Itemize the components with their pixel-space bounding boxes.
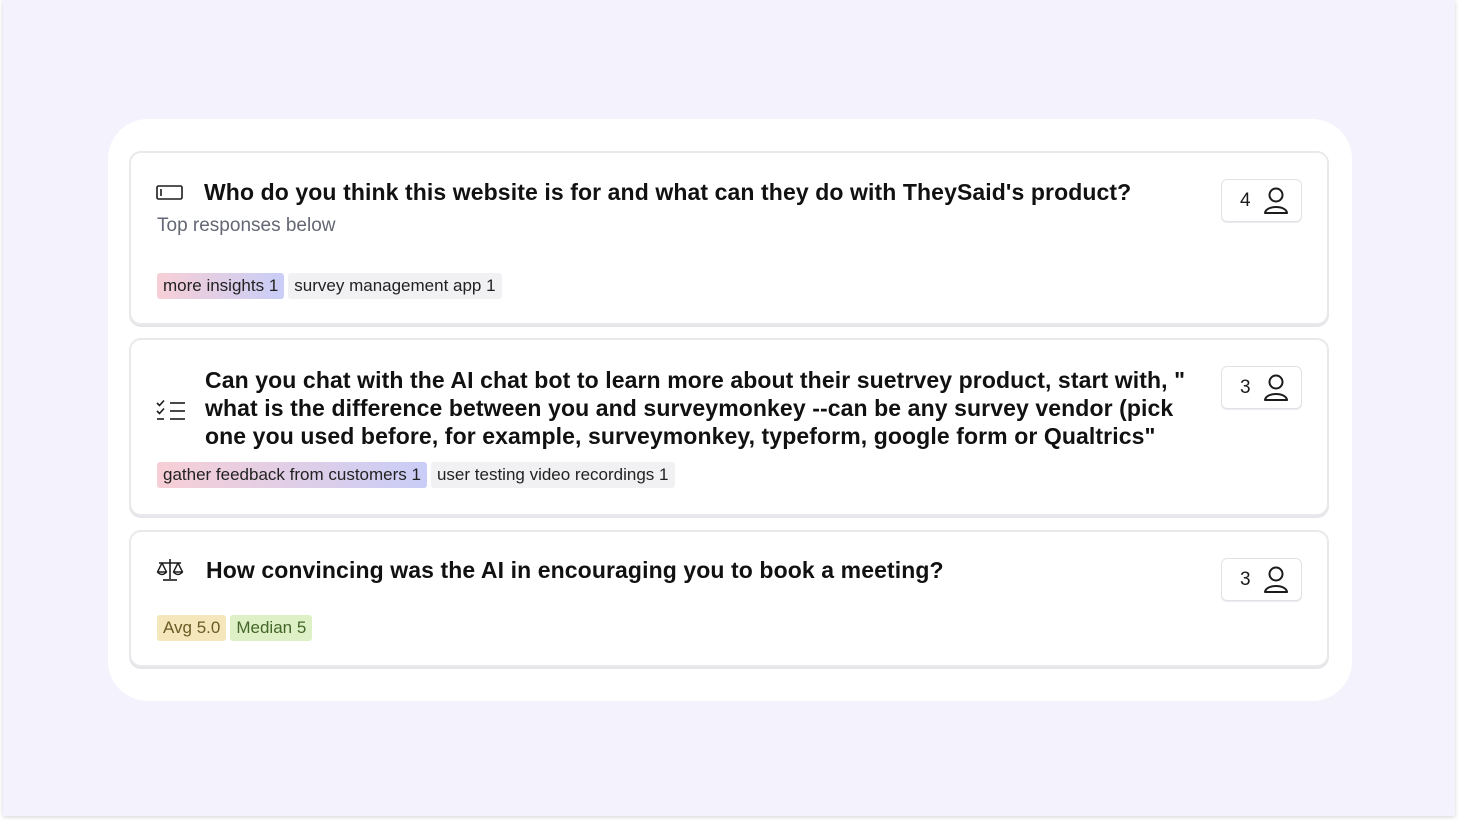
respondents-count: 3	[1240, 569, 1251, 590]
respondents-count-button[interactable]: 3	[1221, 366, 1302, 409]
question-card[interactable]: Who do you think this website is for and…	[129, 151, 1329, 325]
question-title: Who do you think this website is for and…	[204, 179, 1132, 205]
question-title: How convincing was the AI in encouraging…	[206, 557, 944, 583]
text-input-icon	[156, 184, 183, 206]
response-tags: gather feedback from customers 1 user te…	[157, 462, 675, 488]
median-badge: Median 5	[230, 615, 313, 641]
question-title: Can you chat with the AI chat bot to lea…	[205, 367, 1186, 449]
response-tags: more insights 1 survey management app 1	[157, 273, 502, 299]
response-tag[interactable]: user testing video recordings 1	[430, 462, 675, 488]
response-tag[interactable]: gather feedback from customers 1	[157, 462, 427, 488]
person-icon	[1262, 373, 1290, 408]
page-background: Who do you think this website is for and…	[3, 0, 1455, 816]
response-tag[interactable]: survey management app 1	[288, 273, 502, 299]
respondents-count-button[interactable]: 4	[1221, 179, 1302, 222]
person-icon	[1262, 565, 1290, 600]
scale-icon	[156, 558, 184, 587]
response-tag[interactable]: more insights 1	[157, 273, 285, 299]
response-tags: Avg 5.0 Median 5	[157, 615, 313, 641]
question-card[interactable]: How convincing was the AI in encouraging…	[129, 530, 1329, 667]
question-subtitle: Top responses below	[157, 215, 336, 236]
question-card[interactable]: Can you chat with the AI chat bot to lea…	[129, 338, 1329, 516]
person-icon	[1262, 186, 1290, 221]
respondents-count-button[interactable]: 3	[1221, 558, 1302, 601]
checklist-icon	[156, 399, 186, 426]
average-badge: Avg 5.0	[157, 615, 227, 641]
respondents-count: 3	[1240, 377, 1251, 398]
respondents-count: 4	[1240, 190, 1251, 211]
questions-panel: Who do you think this website is for and…	[108, 119, 1352, 701]
